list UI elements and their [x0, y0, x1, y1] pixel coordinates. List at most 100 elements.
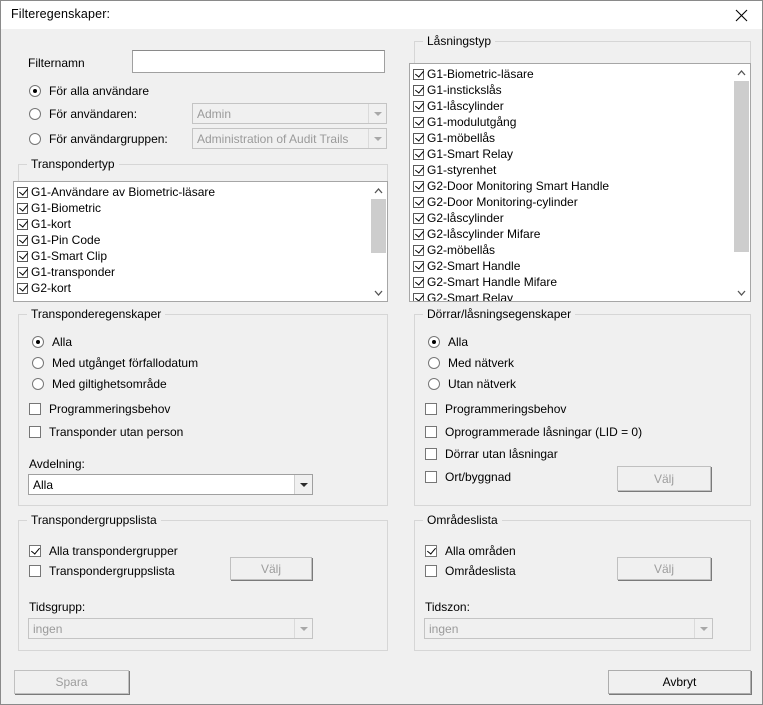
scroll-up-arrow-icon[interactable] [370, 182, 387, 199]
user-combo-value: Admin [193, 107, 368, 121]
radio-door-with-network[interactable]: Med nätverk [428, 356, 514, 370]
lock-type-row[interactable]: G2-möbellås [411, 242, 732, 258]
lock-type-row[interactable]: G2-låscylinder [411, 210, 732, 226]
lock-type-row[interactable]: G2-låscylinder Mifare [411, 226, 732, 242]
radio-for-all-users[interactable]: För alla användare [29, 84, 149, 98]
transponder-type-listbox[interactable]: G1-Användare av Biometric-läsareG1-Biome… [13, 181, 388, 302]
radio-for-user-group[interactable]: För användargruppen: [29, 132, 168, 146]
lock-type-row[interactable]: G2-Door Monitoring Smart Handle [411, 178, 732, 194]
checkbox-indicator [425, 403, 437, 415]
checkbox-doors-without-locks[interactable]: Dörrar utan låsningar [425, 447, 558, 461]
checkbox-location-building[interactable]: Ort/byggnad [425, 470, 511, 484]
transponder-type-row[interactable]: G1-Biometric [15, 200, 369, 216]
lock-type-row[interactable]: G2-Smart Relay [411, 290, 732, 301]
lock-type-row[interactable]: G1-Smart Relay [411, 146, 732, 162]
checkbox-all-areas[interactable]: Alla områden [425, 544, 516, 558]
lock-type-row[interactable]: G1-instickslås [411, 82, 732, 98]
transponder-type-row[interactable]: G1-Smart Clip [15, 248, 369, 264]
transponder-type-row-label: G1-transponder [31, 265, 115, 280]
lock-type-scrollbar[interactable] [732, 64, 750, 301]
transponder-type-row-label: G1-Biometric [31, 201, 101, 216]
department-label: Avdelning: [29, 457, 85, 471]
lock-type-row[interactable]: G2-Smart Handle [411, 258, 732, 274]
checkbox-label: Ort/byggnad [445, 470, 511, 484]
select-area-button[interactable]: Välj [617, 557, 711, 580]
lock-type-row[interactable]: G2-Smart Handle Mifare [411, 274, 732, 290]
radio-transponder-expired[interactable]: Med utgånget förfallodatum [32, 356, 198, 370]
select-location-building-button[interactable]: Välj [617, 466, 711, 491]
scroll-down-arrow-icon[interactable] [370, 284, 387, 301]
transponder-type-row-label: G1-Smart Clip [31, 249, 107, 264]
checkbox-label: Programmeringsbehov [49, 402, 170, 416]
scroll-track[interactable] [733, 81, 750, 284]
checkbox-transponder-group-list[interactable]: Transpondergruppslista [29, 564, 175, 578]
filter-name-label: Filternamn [28, 56, 85, 70]
lock-type-row[interactable]: G1-låscylinder [411, 98, 732, 114]
checkbox-label: Programmeringsbehov [445, 402, 566, 416]
radio-transponder-validity-area[interactable]: Med giltighetsområde [32, 377, 167, 391]
lock-type-row[interactable]: G1-Biometric-läsare [411, 66, 732, 82]
lock-type-row-label: G1-styrenhet [427, 163, 496, 178]
radio-for-user[interactable]: För användaren: [29, 107, 137, 121]
lock-type-row-label: G2-låscylinder Mifare [427, 227, 540, 242]
checkbox-all-transponder-groups[interactable]: Alla transpondergrupper [29, 544, 178, 558]
lock-type-row[interactable]: G1-styrenhet [411, 162, 732, 178]
scroll-down-arrow-icon[interactable] [733, 284, 750, 301]
lock-type-row[interactable]: G1-möbellås [411, 130, 732, 146]
filter-properties-dialog: Filteregenskaper: Filternamn För alla an… [0, 0, 763, 705]
checkbox-transponder-programming-need[interactable]: Programmeringsbehov [29, 402, 170, 416]
radio-indicator [32, 378, 44, 390]
department-combo[interactable]: Alla [28, 474, 313, 495]
scroll-track[interactable] [370, 199, 387, 284]
time-group-combo[interactable]: ingen [28, 618, 313, 639]
transponder-type-row[interactable]: G2-kort [15, 280, 369, 296]
checkbox-area-list[interactable]: Områdeslista [425, 564, 516, 578]
lock-type-listbox[interactable]: G1-Biometric-läsareG1-instickslåsG1-låsc… [409, 63, 751, 302]
user-group-combo[interactable]: Administration of Audit Trails [192, 128, 387, 149]
user-combo[interactable]: Admin [192, 103, 387, 124]
checkbox-indicator [413, 133, 424, 144]
transponder-type-row[interactable]: G1-kort [15, 216, 369, 232]
checkbox-door-programming-need[interactable]: Programmeringsbehov [425, 402, 566, 416]
save-button[interactable]: Spara [14, 670, 129, 694]
transponder-type-row[interactable]: G1-Användare av Biometric-läsare [15, 184, 369, 200]
checkbox-indicator [413, 213, 424, 224]
transponder-type-row[interactable]: G1-transponder [15, 264, 369, 280]
scroll-thumb[interactable] [734, 81, 749, 252]
lock-type-row-label: G2-Door Monitoring-cylinder [427, 195, 578, 210]
chevron-down-icon [294, 475, 312, 494]
checkbox-indicator [17, 267, 28, 278]
timezone-label: Tidszon: [425, 600, 470, 614]
radio-door-all[interactable]: Alla [428, 335, 468, 349]
scroll-thumb[interactable] [371, 199, 386, 253]
checkbox-indicator [413, 165, 424, 176]
radio-indicator [29, 108, 41, 120]
checkbox-indicator [17, 187, 28, 198]
checkbox-indicator [413, 261, 424, 272]
timezone-combo[interactable]: ingen [424, 618, 713, 639]
transponder-type-row[interactable]: G1-Pin Code [15, 232, 369, 248]
lock-type-row-label: G1-modulutgång [427, 115, 516, 130]
lock-type-row[interactable]: G1-modulutgång [411, 114, 732, 130]
close-button[interactable] [718, 1, 763, 29]
scroll-up-arrow-icon[interactable] [733, 64, 750, 81]
cancel-button[interactable]: Avbryt [608, 670, 751, 694]
radio-label: Med giltighetsområde [52, 377, 167, 391]
transponder-type-scrollbar[interactable] [369, 182, 387, 301]
radio-transponder-all[interactable]: Alla [32, 335, 72, 349]
chevron-down-icon [694, 619, 712, 638]
checkbox-transponder-without-person[interactable]: Transponder utan person [29, 425, 183, 439]
lock-type-row-label: G1-instickslås [427, 83, 502, 98]
transponder-type-row-label: G2-kort [31, 281, 71, 296]
lock-type-row[interactable]: G2-Door Monitoring-cylinder [411, 194, 732, 210]
checkbox-indicator [29, 426, 41, 438]
select-transponder-group-button[interactable]: Välj [230, 557, 312, 580]
filter-name-input[interactable] [132, 50, 385, 73]
checkbox-indicator [17, 235, 28, 246]
radio-label: Med nätverk [448, 356, 514, 370]
checkbox-indicator [29, 403, 41, 415]
checkbox-unprogrammed-locks[interactable]: Oprogrammerade låsningar (LID = 0) [425, 425, 642, 439]
group-area-list-label: Områdeslista [423, 513, 502, 527]
radio-door-without-network[interactable]: Utan nätverk [428, 377, 516, 391]
checkbox-indicator [425, 448, 437, 460]
